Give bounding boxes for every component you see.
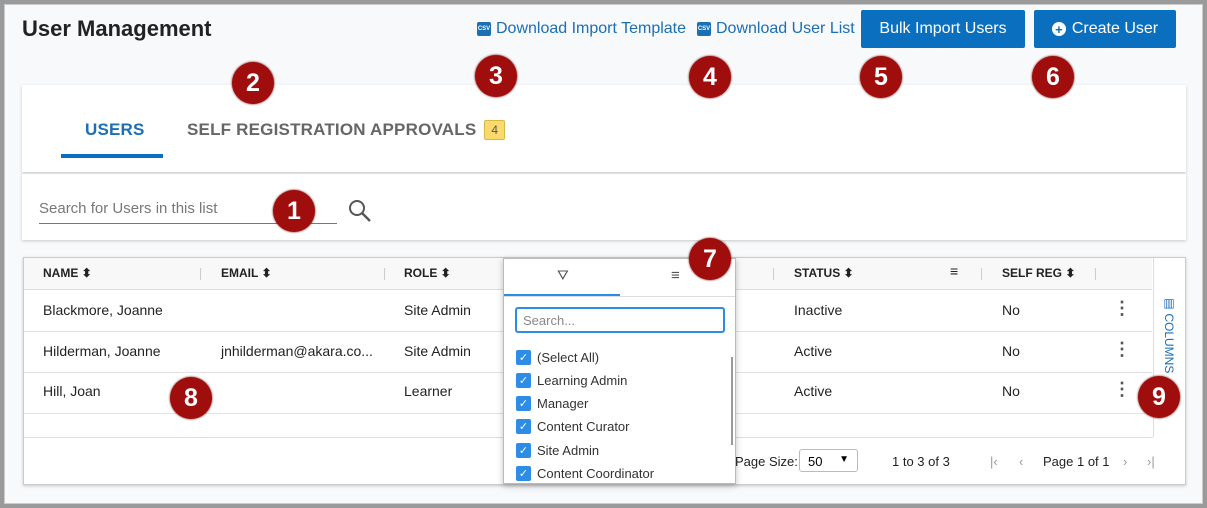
cell-role: Learner	[404, 383, 453, 399]
cell-name: Hill, Joan	[43, 383, 101, 399]
last-page-icon[interactable]: ›|	[1147, 454, 1155, 469]
column-separator[interactable]	[773, 268, 774, 280]
filter-tab-icon[interactable]: ⛛	[557, 267, 569, 284]
role-filter-popup: ⛛ ≡ Search... ✓ (Select All) ✓ Learning Ad…	[503, 258, 736, 484]
cell-role: Site Admin	[404, 302, 471, 318]
column-separator[interactable]	[1095, 268, 1096, 280]
annotation-marker: 2	[232, 62, 274, 104]
column-header-name[interactable]: NAME ⬍	[43, 266, 92, 280]
page-size-value: 50	[808, 454, 823, 469]
menu-tab-icon[interactable]: ≡	[671, 267, 680, 284]
cell-self-reg: No	[1002, 302, 1020, 318]
annotation-marker: 6	[1032, 56, 1074, 98]
checkbox-checked-icon: ✓	[516, 419, 531, 434]
prev-page-icon[interactable]: ‹	[1019, 454, 1023, 469]
column-header-email[interactable]: EMAIL ⬍	[221, 266, 272, 280]
column-header-self-reg[interactable]: SELF REG ⬍	[1002, 266, 1075, 280]
filter-option[interactable]: ✓ Content Curator	[516, 419, 630, 434]
annotation-marker: 5	[860, 56, 902, 98]
filter-search-input[interactable]: Search...	[515, 307, 725, 333]
annotation-marker: 4	[689, 56, 731, 98]
active-tab-indicator	[61, 154, 163, 158]
bulk-import-users-button[interactable]: Bulk Import Users	[861, 10, 1025, 48]
page-size-select[interactable]: 50 ▼	[799, 449, 858, 472]
annotation-marker: 9	[1138, 376, 1180, 418]
tab-label: SELF REGISTRATION APPROVALS	[187, 120, 477, 139]
next-page-icon[interactable]: ›	[1123, 454, 1127, 469]
page-size-label: Page Size:	[735, 454, 798, 469]
link-label: Download Import Template	[496, 20, 687, 37]
annotation-marker: 8	[170, 377, 212, 419]
download-import-template-link[interactable]: CSV Download Import Template	[477, 20, 686, 38]
count-badge: 4	[484, 120, 506, 140]
tab-self-registration-approvals[interactable]: SELF REGISTRATION APPROVALS 4	[187, 120, 506, 140]
row-actions-kebab-icon[interactable]: ⋮	[1113, 298, 1131, 319]
scrollbar[interactable]	[731, 357, 733, 445]
checkbox-checked-icon: ✓	[516, 396, 531, 411]
page-title: User Management	[22, 16, 212, 41]
column-separator[interactable]	[200, 268, 201, 280]
filter-option[interactable]: ✓ Learning Admin	[516, 373, 627, 388]
csv-icon: CSV	[697, 22, 711, 36]
checkbox-checked-icon: ✓	[516, 350, 531, 365]
cell-name: Hilderman, Joanne	[43, 343, 161, 359]
column-separator[interactable]	[981, 268, 982, 280]
filter-option[interactable]: ✓ Manager	[516, 396, 588, 411]
annotation-marker: 7	[689, 238, 731, 280]
row-actions-kebab-icon[interactable]: ⋮	[1113, 379, 1131, 400]
cell-name: Blackmore, Joanne	[43, 302, 163, 318]
annotation-marker: 3	[475, 55, 517, 97]
link-label: Download User List	[716, 20, 855, 37]
columns-side-button[interactable]: ▥ COLUMNS	[1162, 296, 1176, 373]
cell-role: Site Admin	[404, 343, 471, 359]
csv-icon: CSV	[477, 22, 491, 36]
column-header-role[interactable]: ROLE ⬍	[404, 266, 451, 280]
checkbox-checked-icon: ✓	[516, 466, 531, 481]
filter-option[interactable]: ✓ (Select All)	[516, 350, 599, 365]
plus-icon: +	[1051, 22, 1066, 36]
first-page-icon[interactable]: |‹	[990, 454, 998, 469]
cell-self-reg: No	[1002, 343, 1020, 359]
row-actions-kebab-icon[interactable]: ⋮	[1113, 339, 1131, 360]
filter-option[interactable]: ✓ Site Admin	[516, 443, 599, 458]
page-indicator: Page 1 of 1	[1043, 454, 1110, 469]
columns-icon: ▥	[1162, 296, 1176, 314]
cell-self-reg: No	[1002, 383, 1020, 399]
chevron-down-icon: ▼	[839, 454, 849, 465]
checkbox-checked-icon: ✓	[516, 443, 531, 458]
tab-users[interactable]: USERS	[85, 120, 145, 140]
columns-label: COLUMNS	[1162, 313, 1176, 374]
search-icon[interactable]	[347, 198, 373, 224]
row-range: 1 to 3 of 3	[892, 454, 950, 469]
create-user-button[interactable]: + Create User	[1034, 10, 1176, 48]
cell-email: jnhilderman@akara.co...	[221, 343, 373, 359]
filter-option[interactable]: ✓ Content Coordinator	[516, 466, 654, 481]
button-label: Create User	[1071, 20, 1159, 37]
cell-status: Inactive	[794, 302, 843, 318]
checkbox-checked-icon: ✓	[516, 373, 531, 388]
column-menu-icon[interactable]: ≡	[950, 263, 958, 279]
column-header-status[interactable]: STATUS ⬍	[794, 266, 854, 280]
cell-status: Active	[794, 343, 833, 359]
cell-status: Active	[794, 383, 833, 399]
annotation-marker: 1	[273, 190, 315, 232]
download-user-list-link[interactable]: CSV Download User List	[697, 20, 855, 38]
column-separator[interactable]	[384, 268, 385, 280]
divider	[504, 296, 735, 297]
